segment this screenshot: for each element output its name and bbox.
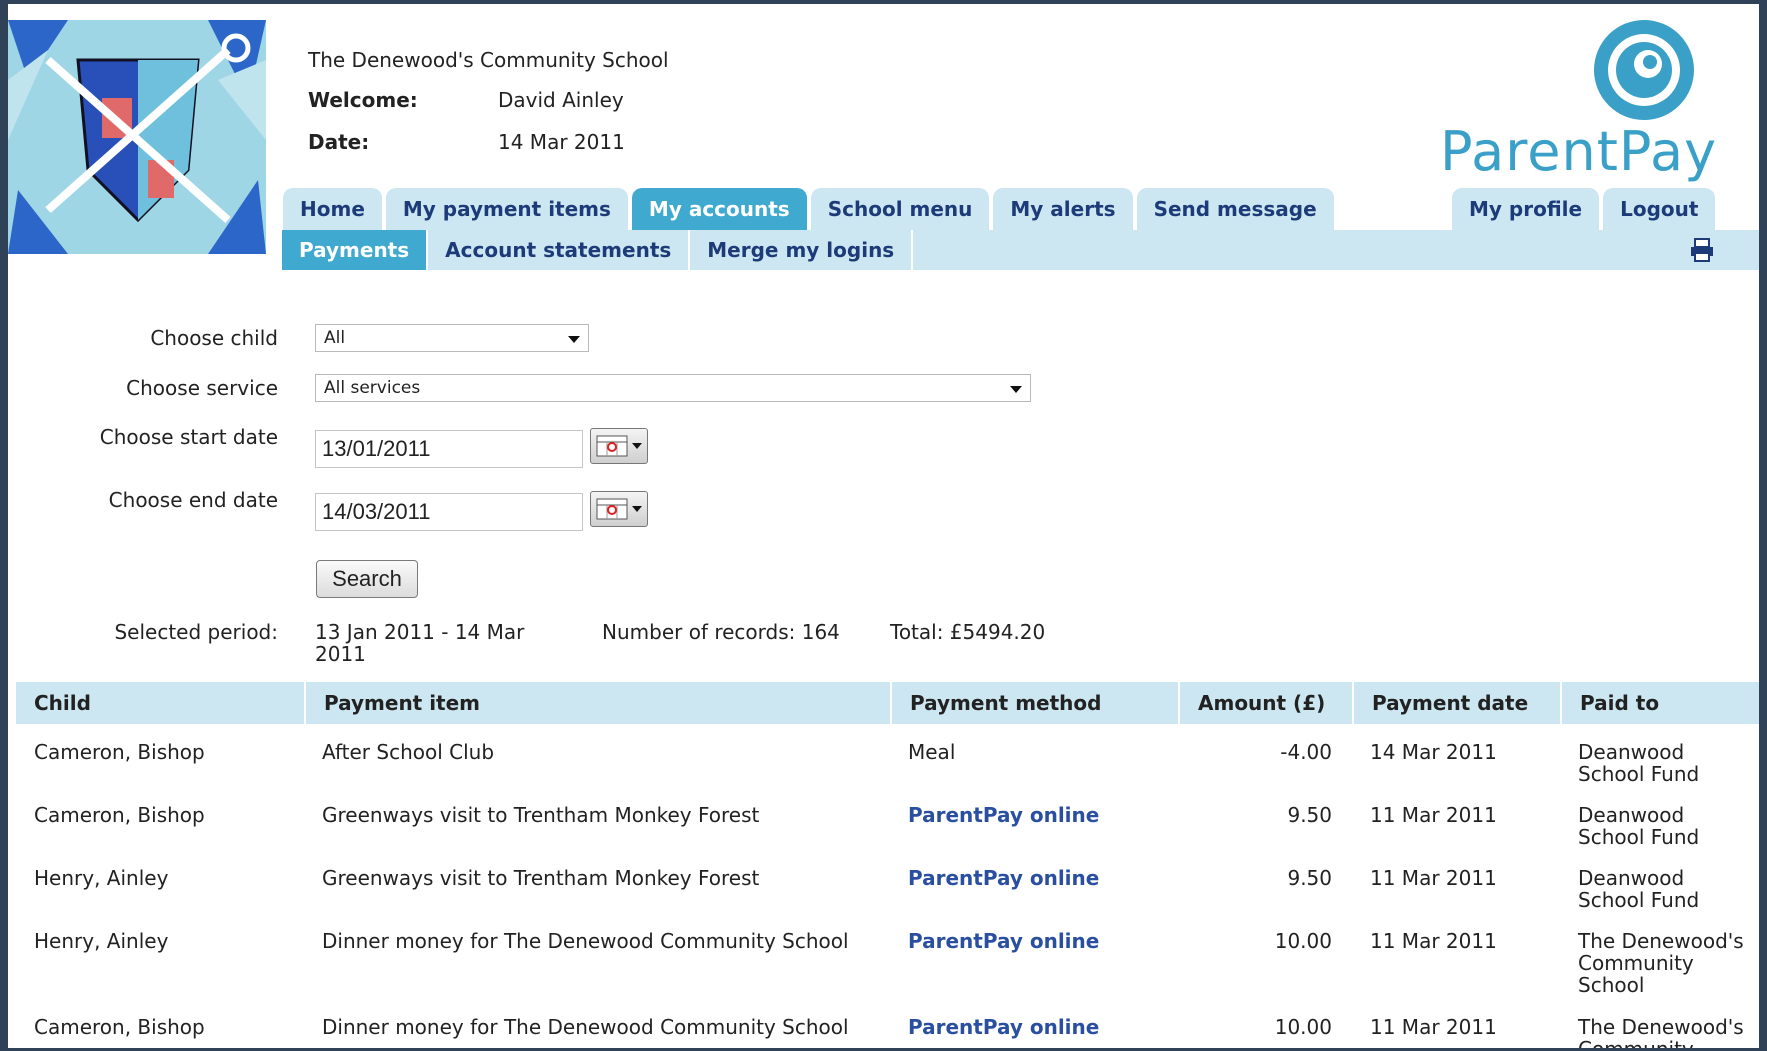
total-amount: Total: £5494.20 [890,620,1046,644]
selected-period-value-line1: 13 Jan 2011 - 14 Mar [315,620,525,644]
sub-nav: Payments Account statements Merge my log… [282,230,914,270]
choose-child-select[interactable]: All [315,324,589,352]
cell-paid-to-line1: The Denewood's [1578,929,1744,953]
cell-paid-to-line2: School Fund [1578,825,1700,849]
welcome-label: Welcome: [308,88,418,112]
main-nav: Home My payment items My accounts School… [283,188,1334,230]
cell-paid-to-line1: Deanwood [1578,866,1685,890]
cell-amount: 9.50 [1287,866,1332,890]
cell-payment-item: After School Club [322,740,495,764]
calendar-icon [596,435,642,457]
cell-paid-to-line1: Deanwood [1578,740,1685,764]
choose-service-label: Choose service [126,376,278,400]
cell-payment-date: 11 Mar 2011 [1370,929,1497,953]
end-date-calendar-button[interactable] [590,491,648,527]
end-date-input[interactable]: 14/03/2011 [315,493,583,531]
cell-child: Cameron, Bishop [34,740,205,764]
cell-payment-date: 14 Mar 2011 [1370,740,1497,764]
cell-child: Cameron, Bishop [34,1015,205,1039]
calendar-icon [596,498,642,520]
tab-school-menu[interactable]: School menu [810,188,990,230]
parentpay-online-link[interactable]: ParentPay online [908,867,1099,889]
subtab-merge-my-logins[interactable]: Merge my logins [690,230,914,270]
column-child: Child [34,691,91,715]
selected-period-value-line2: 2011 [315,642,366,666]
cell-paid-to-line2: School Fund [1578,762,1700,786]
cell-child: Cameron, Bishop [34,803,205,827]
welcome-user: David Ainley [498,88,624,112]
tab-send-message[interactable]: Send message [1136,188,1334,230]
parentpay-logo-icon [1594,20,1694,120]
column-paid-to: Paid to [1560,682,1759,724]
chevron-down-icon [568,336,580,343]
tab-logout[interactable]: Logout [1603,188,1716,230]
parentpay-online-link[interactable]: ParentPay online [908,1016,1099,1038]
cell-paid-to-line2: School Fund [1578,888,1700,912]
selected-period-label: Selected period: [114,620,278,644]
parentpay-online-link[interactable]: ParentPay online [908,930,1099,952]
choose-child-value: All [324,328,346,348]
start-date-input[interactable]: 13/01/2011 [315,430,583,468]
cell-paid-to-line2: Community [1578,1038,1694,1048]
brand-name: ParentPay [1440,120,1718,183]
tab-my-payment-items[interactable]: My payment items [385,188,628,230]
cell-payment-item: Dinner money for The Denewood Community … [322,929,849,953]
cell-child: Henry, Ainley [34,929,169,953]
account-nav: My profile Logout [1452,188,1716,230]
cell-payment-date: 11 Mar 2011 [1370,803,1497,827]
subtab-account-statements[interactable]: Account statements [428,230,691,270]
cell-child: Henry, Ainley [34,866,169,890]
start-date-calendar-button[interactable] [590,428,648,464]
column-amount: Amount (£) [1178,682,1352,724]
school-crest-logo [8,20,266,254]
choose-end-date-label: Choose end date [108,488,278,512]
cell-payment-item: Dinner money for The Denewood Community … [322,1015,849,1039]
choose-service-value: All services [324,378,421,398]
tab-my-accounts[interactable]: My accounts [631,188,807,230]
parentpay-online-link[interactable]: ParentPay online [908,804,1099,826]
school-name: The Denewood's Community School [308,48,669,72]
cell-payment-item: Greenways visit to Trentham Monkey Fores… [322,866,760,890]
cell-amount: 10.00 [1274,1015,1332,1039]
column-payment-method: Payment method [890,682,1178,724]
cell-amount: 10.00 [1274,929,1332,953]
choose-service-select[interactable]: All services [315,374,1031,402]
cell-payment-item: Greenways visit to Trentham Monkey Fores… [322,803,760,827]
choose-start-date-label: Choose start date [99,425,278,449]
tab-my-alerts[interactable]: My alerts [993,188,1133,230]
welcome-row: Welcome: David Ainley [308,88,624,112]
cell-payment-date: 11 Mar 2011 [1370,866,1497,890]
choose-child-label: Choose child [150,326,278,350]
cell-amount: -4.00 [1280,740,1332,764]
record-count: Number of records: 164 [602,620,840,644]
cell-paid-to-line1: Deanwood [1578,803,1685,827]
print-icon[interactable] [1689,238,1715,262]
payments-table-header: Child Payment item Payment method Amount… [16,682,1759,724]
chevron-down-icon [1010,386,1022,393]
cell-payment-method: Meal [908,740,956,764]
subtab-payments[interactable]: Payments [282,230,429,270]
date-label: Date: [308,130,370,154]
cell-payment-date: 11 Mar 2011 [1370,1015,1497,1039]
tab-my-profile[interactable]: My profile [1452,188,1600,230]
sub-nav-bar: Payments Account statements Merge my log… [282,230,1759,270]
cell-paid-to-line3: School [1578,973,1645,997]
column-payment-item: Payment item [304,682,890,724]
tab-home[interactable]: Home [283,188,382,230]
date-row: Date: 14 Mar 2011 [308,130,625,154]
app-window: The Denewood's Community School Welcome:… [8,4,1759,1048]
search-button[interactable]: Search [316,560,418,598]
column-payment-date: Payment date [1352,682,1560,724]
cell-paid-to-line2: Community [1578,951,1694,975]
cell-paid-to-line1: The Denewood's [1578,1015,1744,1039]
cell-amount: 9.50 [1287,803,1332,827]
current-date: 14 Mar 2011 [498,130,625,154]
